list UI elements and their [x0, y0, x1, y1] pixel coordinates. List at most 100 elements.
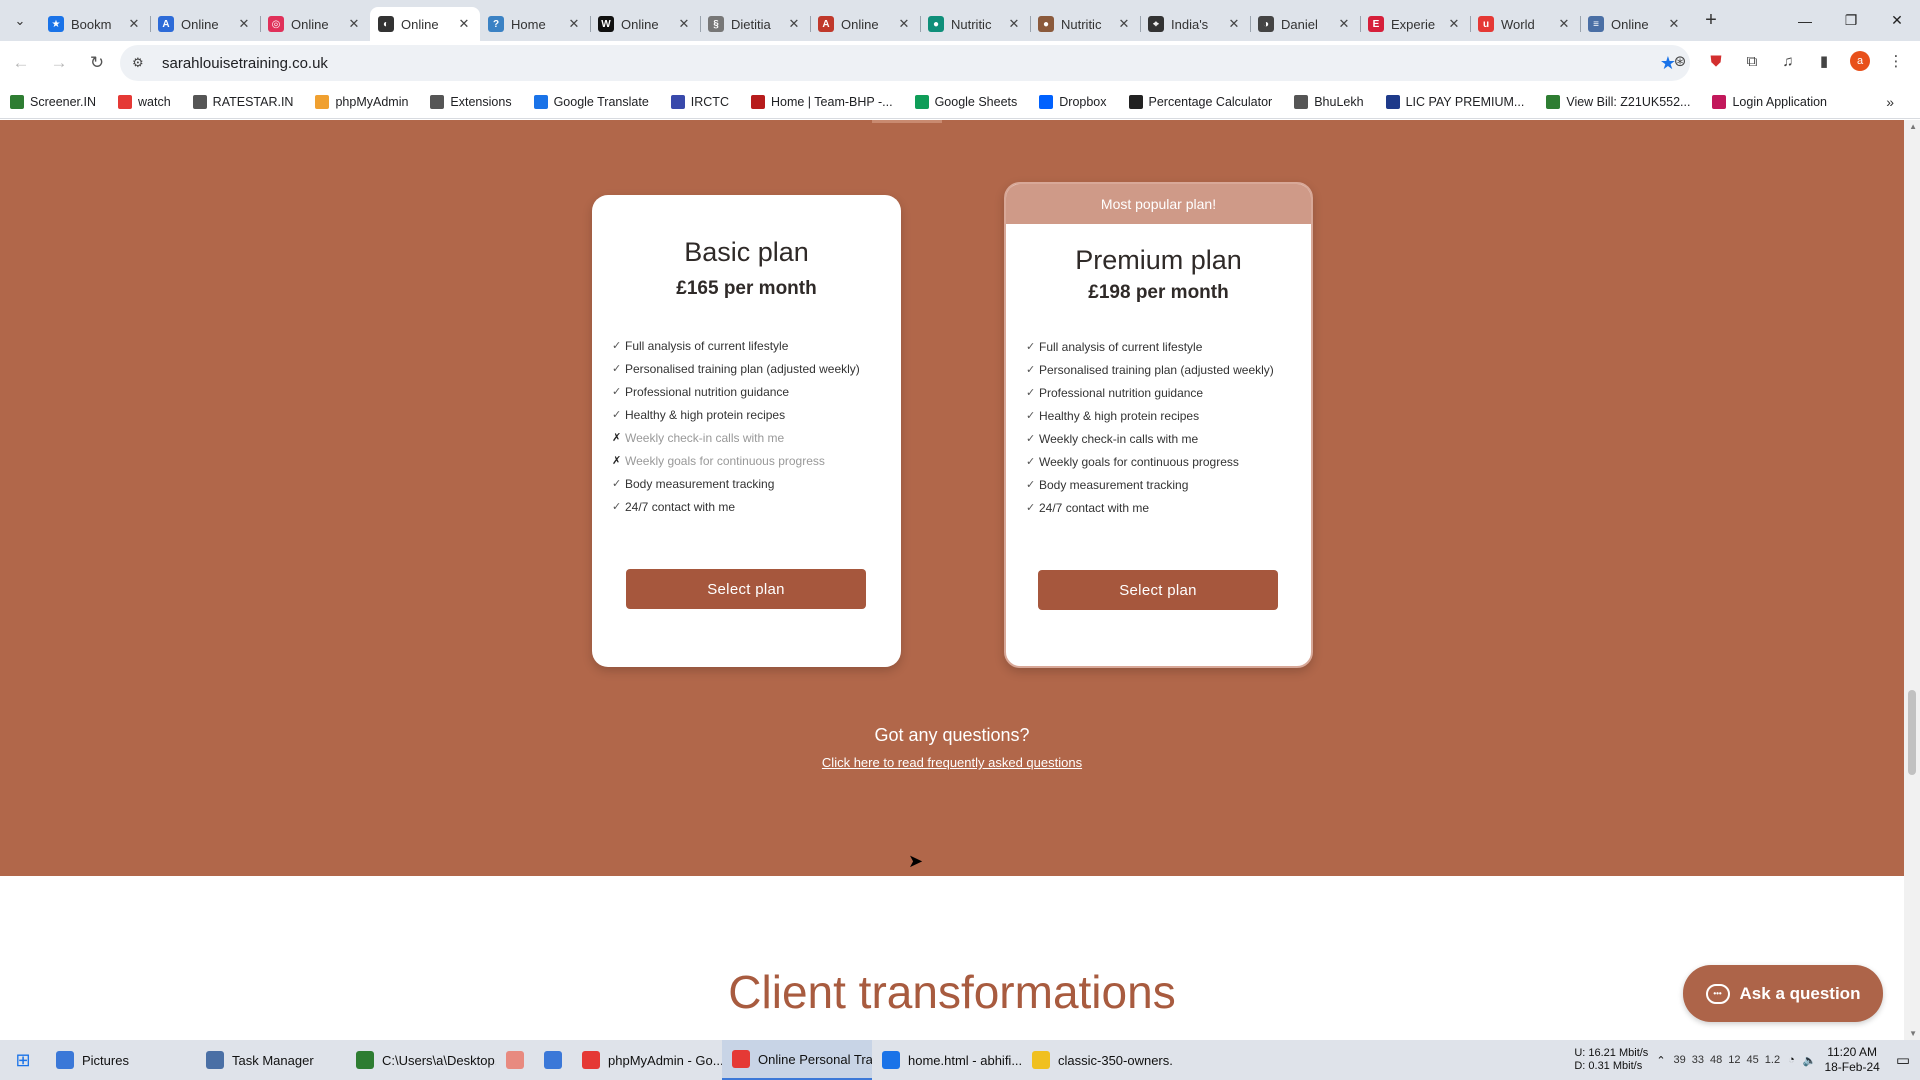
- close-tab-icon[interactable]: ✕: [346, 16, 362, 32]
- address-bar[interactable]: ⚙ sarahlouisetraining.co.uk ★: [120, 45, 1690, 81]
- close-tab-icon[interactable]: ✕: [1226, 16, 1242, 32]
- taskbar-app[interactable]: Task Manager: [196, 1040, 346, 1080]
- ask-question-button[interactable]: ••• Ask a question: [1683, 965, 1883, 1022]
- site-info-icon[interactable]: ⚙: [132, 55, 152, 71]
- new-tab-button[interactable]: +: [1694, 9, 1728, 32]
- close-tab-icon[interactable]: ✕: [1446, 16, 1462, 32]
- close-tab-icon[interactable]: ✕: [126, 16, 142, 32]
- close-tab-icon[interactable]: ✕: [566, 16, 582, 32]
- taskbar-app[interactable]: home.html - abhifi...: [872, 1040, 1022, 1080]
- taskbar-app[interactable]: [496, 1040, 534, 1080]
- select-basic-plan-button[interactable]: Select plan: [626, 569, 866, 609]
- bookmark-item[interactable]: BhuLekh: [1294, 94, 1364, 109]
- bookmark-favicon-icon: [914, 94, 929, 109]
- browser-tab[interactable]: ● Nutritic ✕: [920, 7, 1030, 41]
- tray-indicator[interactable]: 33: [1692, 1054, 1704, 1066]
- start-button[interactable]: ⊞: [0, 1040, 46, 1080]
- browser-tab[interactable]: § Dietitia ✕: [700, 7, 810, 41]
- restore-button[interactable]: ❐: [1828, 0, 1874, 41]
- page-scrollbar[interactable]: ▲ ▼: [1904, 120, 1920, 1040]
- close-tab-icon[interactable]: ✕: [1556, 16, 1572, 32]
- close-tab-icon[interactable]: ✕: [676, 16, 692, 32]
- tray-indicator[interactable]: 39: [1674, 1054, 1686, 1066]
- bookmark-item[interactable]: Dropbox: [1039, 94, 1107, 109]
- bookmark-item[interactable]: Login Application: [1712, 94, 1827, 109]
- close-window-button[interactable]: ✕: [1874, 0, 1920, 41]
- bookmark-item[interactable]: View Bill: Z21UK552...: [1546, 94, 1690, 109]
- browser-tab[interactable]: ≡ Online ✕: [1580, 7, 1690, 41]
- forward-button[interactable]: →: [42, 46, 76, 80]
- browser-tab[interactable]: ⌖ India's ✕: [1140, 7, 1250, 41]
- chevron-down-icon: ⌄: [14, 12, 26, 28]
- bookmark-item[interactable]: Extensions: [430, 94, 512, 109]
- browser-tab[interactable]: A Online ✕: [810, 7, 920, 41]
- shield-extension-icon[interactable]: ⛊: [1702, 47, 1730, 75]
- more-bookmarks-icon[interactable]: »: [1886, 94, 1894, 110]
- close-tab-icon[interactable]: ✕: [456, 16, 472, 32]
- puzzle-icon[interactable]: ⧉: [1738, 47, 1766, 75]
- faq-link-text[interactable]: Click here to read frequently asked ques…: [822, 755, 1082, 770]
- back-button[interactable]: ←: [4, 46, 38, 80]
- scroll-down-icon[interactable]: ▼: [1909, 1029, 1917, 1038]
- taskbar-app[interactable]: classic-350-owners...: [1022, 1040, 1172, 1080]
- feature-item: ✓ Healthy & high protein recipes: [1026, 404, 1274, 427]
- clock[interactable]: 11:20 AM 18-Feb-24: [1824, 1045, 1879, 1075]
- bookmark-item[interactable]: IRCTC: [670, 94, 729, 109]
- bookmark-item[interactable]: Percentage Calculator: [1128, 94, 1272, 109]
- wifi-icon[interactable]: ◔: [1788, 1054, 1795, 1066]
- tray-indicator[interactable]: 1.2: [1765, 1054, 1780, 1066]
- tray-indicator[interactable]: 12: [1728, 1054, 1740, 1066]
- taskbar-app[interactable]: Pictures: [46, 1040, 196, 1080]
- bookmark-item[interactable]: Google Sheets: [914, 94, 1017, 109]
- taskbar-app[interactable]: Online Personal Tra...: [722, 1040, 872, 1080]
- close-tab-icon[interactable]: ✕: [1116, 16, 1132, 32]
- bookmark-item[interactable]: phpMyAdmin: [315, 94, 408, 109]
- volume-icon[interactable]: 🔈: [1803, 1054, 1817, 1067]
- browser-tab[interactable]: A Online ✕: [150, 7, 260, 41]
- close-tab-icon[interactable]: ✕: [896, 16, 912, 32]
- media-controls-icon[interactable]: ♫: [1774, 47, 1802, 75]
- browser-tab[interactable]: E Experie ✕: [1360, 7, 1470, 41]
- browser-tab[interactable]: ◑ Daniel ✕: [1250, 7, 1360, 41]
- tab-title: Nutritic: [951, 16, 992, 32]
- show-hidden-icons-button[interactable]: ⌃: [1656, 1054, 1665, 1067]
- browser-tab[interactable]: ● Nutritic ✕: [1030, 7, 1140, 41]
- taskbar-app[interactable]: C:\Users\a\Desktop...: [346, 1040, 496, 1080]
- taskbar-app[interactable]: phpMyAdmin - Go...: [572, 1040, 722, 1080]
- menu-kebab-icon[interactable]: ⋮: [1882, 47, 1910, 75]
- tray-indicator[interactable]: 45: [1747, 1054, 1759, 1066]
- bookmark-item[interactable]: Home | Team-BHP -...: [750, 94, 893, 109]
- tray-indicator[interactable]: 48: [1710, 1054, 1722, 1066]
- minimize-button[interactable]: —: [1782, 0, 1828, 41]
- close-tab-icon[interactable]: ✕: [1006, 16, 1022, 32]
- window-controls: — ❐ ✕: [1782, 0, 1920, 41]
- browser-tab[interactable]: ◎ Online ✕: [260, 7, 370, 41]
- tab-search-button[interactable]: ⌄: [0, 0, 40, 41]
- select-premium-plan-button[interactable]: Select plan: [1038, 570, 1278, 610]
- bookmark-favicon-icon: [118, 94, 133, 109]
- browser-tab[interactable]: ★ Bookm ✕: [40, 7, 150, 41]
- close-tab-icon[interactable]: ✕: [236, 16, 252, 32]
- scroll-up-icon[interactable]: ▲: [1909, 122, 1917, 131]
- close-tab-icon[interactable]: ✕: [1666, 16, 1682, 32]
- extension-icon[interactable]: ⊛: [1666, 47, 1694, 75]
- bookmark-item[interactable]: RATESTAR.IN: [192, 94, 293, 109]
- scrollbar-thumb[interactable]: [1908, 690, 1916, 775]
- close-tab-icon[interactable]: ✕: [786, 16, 802, 32]
- bookmark-item[interactable]: watch: [118, 94, 171, 109]
- browser-tab[interactable]: ? Home ✕: [480, 7, 590, 41]
- notifications-icon[interactable]: ▭: [1896, 1051, 1910, 1069]
- reload-button[interactable]: ↻: [80, 46, 114, 80]
- close-tab-icon[interactable]: ✕: [1336, 16, 1352, 32]
- browser-tab[interactable]: u World ✕: [1470, 7, 1580, 41]
- taskbar-app[interactable]: [534, 1040, 572, 1080]
- bookmark-favicon-icon: [670, 94, 685, 109]
- profile-button[interactable]: a: [1846, 47, 1874, 75]
- browser-tab[interactable]: ◐ Online ✕: [370, 7, 480, 41]
- bookmark-item[interactable]: Google Translate: [533, 94, 649, 109]
- side-panel-icon[interactable]: ▮: [1810, 47, 1838, 75]
- bookmark-item[interactable]: Screener.IN: [10, 94, 96, 109]
- bookmark-item[interactable]: LIC PAY PREMIUM...: [1385, 94, 1524, 109]
- browser-tab[interactable]: W Online ✕: [590, 7, 700, 41]
- client-transformations-heading: Client transformations: [728, 966, 1176, 1018]
